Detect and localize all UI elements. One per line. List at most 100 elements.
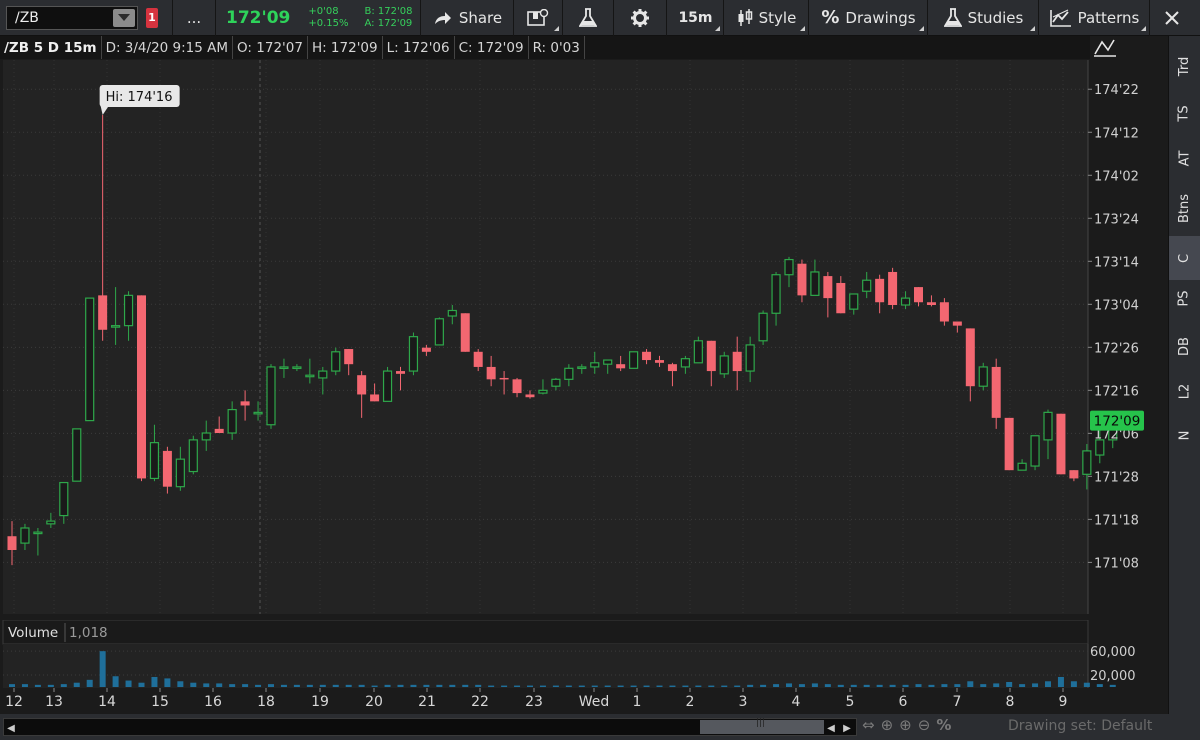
candle-body: [72, 428, 82, 482]
scroll-thumb[interactable]: [700, 718, 824, 734]
chart-settings-button[interactable]: [614, 0, 666, 36]
flexible-grid-button[interactable]: [514, 0, 562, 36]
tab-trade[interactable]: Trd: [1169, 44, 1200, 88]
zoom-out-icon[interactable]: ⊖: [918, 716, 931, 734]
scroll-track[interactable]: ◀ ◀ ▶: [3, 718, 857, 736]
volume-bar: [475, 684, 482, 687]
tab-buttons[interactable]: Btns: [1169, 186, 1200, 230]
time-axis[interactable]: 12 13 14 15 16 18 19 20 21 22 23 Wed 1 2 3 4 5 6 7 8 9: [0, 688, 1165, 714]
candle-body: [85, 297, 95, 422]
tab-label: Trd: [1177, 56, 1192, 76]
volume-bar: [255, 684, 262, 687]
candle: [408, 332, 419, 376]
candle-body: [810, 271, 820, 296]
candle-body: [888, 271, 898, 305]
volume-bar: [1045, 681, 1051, 687]
candle-body: [7, 536, 17, 550]
tab-active-trader[interactable]: AT: [1169, 136, 1200, 180]
symbol-dropdown-button[interactable]: [113, 8, 135, 27]
tab-product-summary[interactable]: PS: [1169, 276, 1200, 320]
candle-body: [344, 349, 354, 365]
volume-bar: [436, 684, 443, 687]
volume-bar: [216, 683, 223, 687]
volume-bar: [747, 684, 754, 687]
candle-body: [499, 377, 509, 380]
time-label: 3: [739, 694, 748, 710]
close-chart-button[interactable]: [1150, 0, 1194, 36]
patterns-button[interactable]: Patterns: [1039, 0, 1149, 36]
candle-body: [1017, 462, 1027, 471]
volume-bar: [34, 684, 41, 687]
tab-label: TS: [1176, 104, 1192, 122]
share-button[interactable]: Share: [421, 0, 513, 36]
time-label: 14: [98, 694, 116, 710]
volume-bar: [268, 684, 274, 687]
volume-bar: [837, 684, 844, 687]
tab-news[interactable]: N: [1169, 413, 1200, 457]
volume-bar: [617, 685, 624, 687]
tab-dashboard[interactable]: DB: [1169, 324, 1200, 368]
studies-button[interactable]: Studies: [928, 0, 1038, 36]
candle-body: [408, 336, 419, 372]
candle-body: [266, 366, 276, 426]
scroll-left-arrow[interactable]: ◀: [4, 719, 18, 737]
percent-icon[interactable]: %: [936, 716, 951, 734]
more-button[interactable]: ...: [173, 0, 215, 36]
volume-bar: [902, 684, 909, 687]
patterns-icon: [1049, 8, 1071, 27]
share-label: Share: [458, 8, 503, 27]
candle-body: [175, 458, 185, 488]
time-label: 6: [899, 694, 908, 710]
price-tick-label: 172'26: [1094, 341, 1139, 356]
candle-body: [33, 531, 43, 535]
zoom-controls: ⇔ ⊕ ⊕ ⊖ %: [862, 716, 951, 734]
tab-chart[interactable]: C: [1169, 236, 1200, 280]
time-label: 18: [257, 694, 275, 710]
volume-bar: [138, 682, 145, 687]
scroll-back-arrow[interactable]: ◀: [824, 719, 838, 737]
volume-bar: [941, 684, 948, 687]
candle: [85, 297, 95, 422]
candle-body: [447, 309, 457, 317]
percent-change: +0.15%: [308, 17, 349, 29]
chart-toolbar: /ZB 1 ... 172'09 +0'08 +0.15% B: 172'08 …: [0, 0, 1200, 36]
volume-bar: [462, 684, 469, 687]
candle-body: [745, 344, 755, 372]
candle-body: [434, 318, 444, 346]
link-group-badge[interactable]: 1: [146, 7, 158, 28]
volume-bar: [332, 684, 339, 687]
drawings-button[interactable]: % Drawings: [809, 0, 927, 36]
studies-label: Studies: [967, 8, 1024, 27]
bar-low: L: 172'06: [383, 36, 455, 59]
candle-body: [706, 340, 716, 372]
time-label: 21: [418, 694, 436, 710]
drawing-set-label[interactable]: Drawing set: Default: [1008, 718, 1152, 734]
symbol-text: /ZB: [15, 9, 39, 26]
volume-bar: [125, 680, 132, 687]
candle: [1030, 435, 1040, 471]
candle: [382, 366, 393, 402]
crosshair-icon[interactable]: ⊕: [881, 716, 894, 734]
candle: [758, 310, 768, 345]
expand-arrows-icon[interactable]: ⇔: [862, 716, 875, 734]
candle: [137, 295, 146, 482]
price-chart[interactable]: 174'22 174'12 174'02 173'24 173'14 173'04 172'…: [0, 59, 1165, 617]
volume-bar: [798, 684, 805, 687]
candle-body: [965, 328, 975, 387]
volume-pane[interactable]: Volume 1,018 60,000 20,000: [0, 620, 1165, 688]
time-label: 1: [633, 694, 642, 710]
timeframe-button[interactable]: 15m: [667, 0, 723, 36]
candle-body: [1082, 450, 1092, 475]
volume-bar: [1109, 684, 1116, 687]
drawing-tools-icon[interactable]: [1092, 38, 1118, 58]
candle-body: [693, 340, 703, 364]
zoom-in-icon[interactable]: ⊕: [899, 716, 912, 734]
studies-lab-button[interactable]: [563, 0, 613, 36]
tab-level-two[interactable]: L2: [1169, 369, 1200, 413]
style-button[interactable]: Style: [724, 0, 808, 36]
symbol-input[interactable]: /ZB: [6, 5, 138, 30]
chart-title[interactable]: /ZB 5 D 15m: [0, 36, 102, 59]
scroll-right-arrow[interactable]: ▶: [840, 719, 854, 737]
volume-bar: [863, 684, 870, 687]
tab-time-and-sales[interactable]: TS: [1169, 91, 1200, 135]
